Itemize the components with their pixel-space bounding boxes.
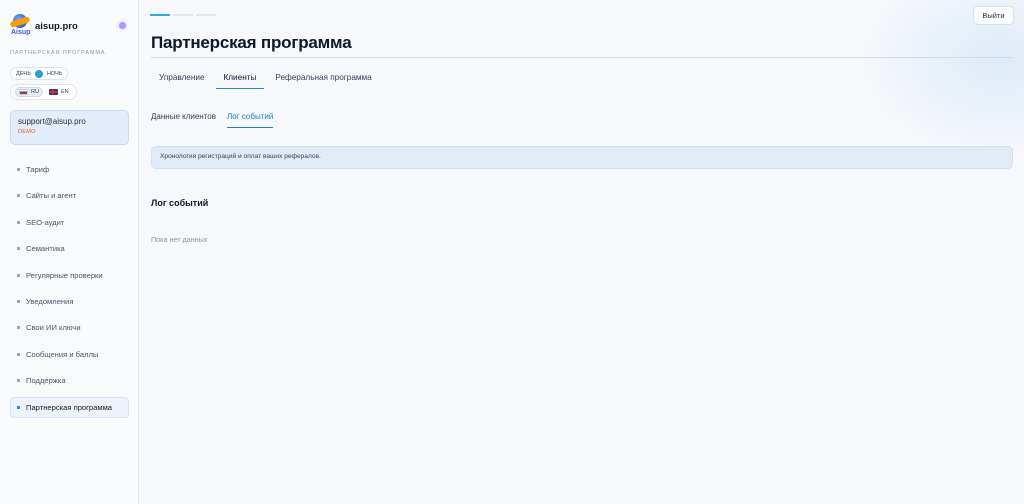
bullet-icon	[17, 168, 20, 171]
tab-management[interactable]: Управление	[151, 68, 213, 89]
tab-referral-program[interactable]: Реферальная программа	[267, 68, 379, 89]
brand[interactable]: Aisup aisup.pro	[9, 12, 128, 42]
sidebar-item-sites[interactable]: Сайты и агент	[10, 185, 129, 206]
progress-indicator	[150, 14, 216, 16]
bullet-icon	[17, 379, 20, 383]
sidebar-item-regular-checks[interactable]: Регулярные проверки	[10, 265, 129, 286]
sidebar-item-label: Поддержка	[26, 376, 66, 386]
flag-ru-icon	[19, 89, 28, 95]
sidebar-item-label: Партнерская программа	[26, 402, 113, 412]
logo-tag: Aisup	[11, 29, 31, 36]
sidebar-item-semantics[interactable]: Семантика	[10, 238, 129, 259]
account-card[interactable]: support@aisup.pro DEMO	[10, 110, 129, 145]
logo-icon: Aisup	[9, 12, 32, 38]
sidebar-nav: Тариф Сайты и агент SEO-аудит Семантика …	[10, 159, 129, 418]
page-title: Партнерская программа	[151, 33, 352, 52]
sidebar-item-seo-audit[interactable]: SEO-аудит	[10, 212, 129, 233]
sidebar-item-label: Тариф	[26, 165, 50, 174]
bullet-icon	[17, 352, 20, 356]
sidebar-item-notifications[interactable]: Уведомления	[10, 291, 129, 312]
sidebar-item-tariff[interactable]: Тариф	[10, 159, 129, 180]
section-caption: ПАРТНЕРСКАЯ ПРОГРАММА	[10, 50, 106, 56]
tabs: Управление Клиенты Реферальная программа	[151, 68, 383, 89]
theme-day-label: ДЕНЬ	[16, 70, 31, 77]
sidebar-item-label: Уведомления	[26, 296, 74, 306]
sidebar: Aisup aisup.pro ПАРТНЕРСКАЯ ПРОГРАММА ДЕ…	[0, 0, 139, 504]
sidebar-item-label: Семантика	[26, 244, 65, 254]
logout-button[interactable]: Выйти	[973, 6, 1014, 25]
lang-en-label: EN	[60, 89, 69, 95]
sidebar-item-support[interactable]: Поддержка	[10, 370, 129, 391]
bullet-icon	[17, 247, 20, 251]
bullet-icon	[17, 326, 20, 330]
account-plan-badge: DEMO	[18, 129, 36, 135]
sidebar-item-partner-program[interactable]: Партнерская программа	[10, 396, 129, 418]
sidebar-item-label: Сайты и агент	[26, 191, 77, 201]
tab-clients[interactable]: Клиенты	[215, 68, 265, 89]
bullet-icon	[17, 273, 20, 277]
theme-night-label: НОЧЬ	[46, 70, 63, 77]
divider	[151, 57, 1013, 58]
language-switch: RU EN	[10, 84, 77, 100]
sidebar-item-ai-keys[interactable]: Свои ИИ ключи	[10, 317, 129, 338]
sidebar-item-label: Свои ИИ ключи	[26, 323, 81, 333]
lang-option-ru[interactable]: RU	[15, 87, 43, 97]
status-dot-icon	[119, 22, 126, 29]
sidebar-item-label: Сообщения и баллы	[26, 349, 99, 359]
subtabs: Данные клиентов Лог событий	[151, 109, 284, 128]
bullet-icon	[17, 405, 20, 409]
section-title: Лог событий	[151, 198, 209, 208]
flag-uk-icon	[48, 89, 58, 95]
lang-option-en[interactable]: EN	[46, 88, 72, 96]
bullet-icon	[17, 220, 20, 224]
subtab-event-log[interactable]: Лог событий	[227, 109, 274, 128]
bullet-icon	[17, 194, 20, 198]
empty-state-text: Пока нет данных	[151, 235, 208, 244]
account-email: support@aisup.pro	[18, 117, 86, 126]
sidebar-item-label: SEO-аудит	[26, 217, 65, 227]
brand-name: aisup.pro	[35, 21, 78, 32]
theme-switch[interactable]: ДЕНЬ НОЧЬ	[10, 67, 69, 80]
main-content: Выйти Партнерская программа Управление К…	[140, 0, 1024, 504]
theme-toggle-icon[interactable]	[34, 69, 43, 78]
sidebar-item-messages[interactable]: Сообщения и баллы	[10, 344, 129, 365]
subtab-client-data[interactable]: Данные клиентов	[151, 109, 216, 128]
info-banner: Хронология регистраций и оплат ваших реф…	[151, 146, 1013, 169]
lang-ru-label: RU	[31, 89, 39, 95]
sidebar-item-label: Регулярные проверки	[26, 270, 103, 280]
bullet-icon	[17, 299, 20, 303]
